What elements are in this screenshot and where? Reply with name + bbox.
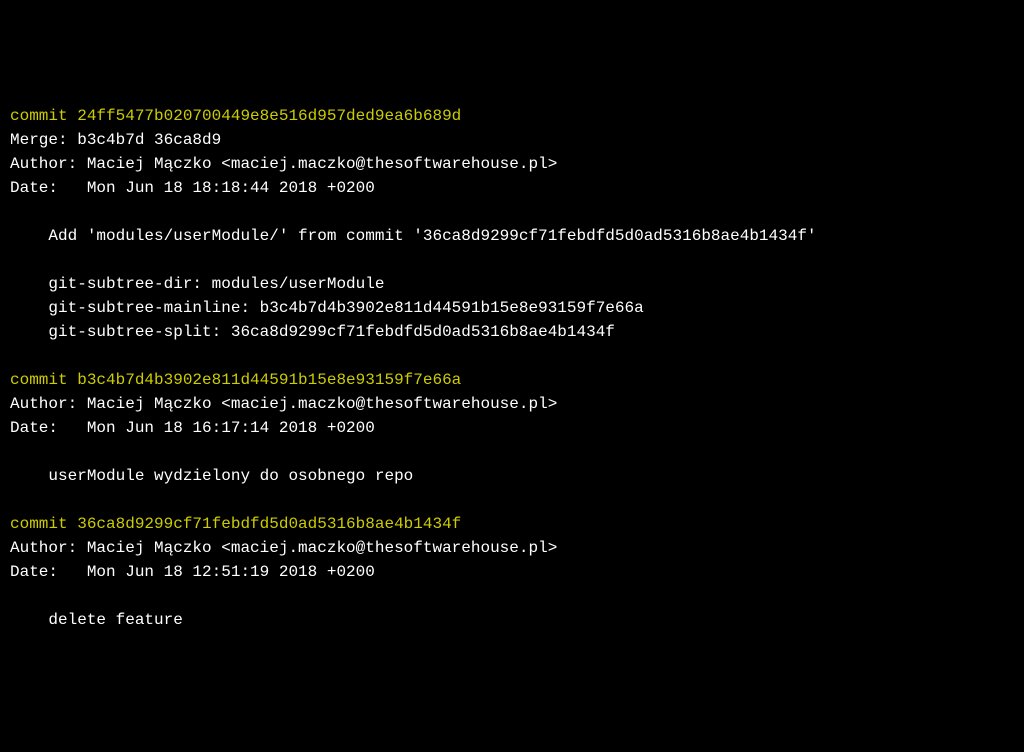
author-line: Author: Maciej Mączko <maciej.maczko@the… bbox=[10, 395, 557, 413]
commit-header: commit b3c4b7d4b3902e811d44591b15e8e9315… bbox=[10, 371, 461, 389]
commit-body-line: git-subtree-mainline: b3c4b7d4b3902e811d… bbox=[10, 299, 644, 317]
author-line: Author: Maciej Mączko <maciej.maczko@the… bbox=[10, 155, 557, 173]
commit-header: commit 24ff5477b020700449e8e516d957ded9e… bbox=[10, 107, 461, 125]
commit-body-line: delete feature bbox=[10, 611, 183, 629]
terminal-output: commit 24ff5477b020700449e8e516d957ded9e… bbox=[10, 104, 1014, 632]
merge-line: Merge: b3c4b7d 36ca8d9 bbox=[10, 131, 221, 149]
commit-body-line: Add 'modules/userModule/' from commit '3… bbox=[10, 227, 817, 245]
date-line: Date: Mon Jun 18 18:18:44 2018 +0200 bbox=[10, 179, 375, 197]
date-line: Date: Mon Jun 18 16:17:14 2018 +0200 bbox=[10, 419, 375, 437]
commit-body-line: git-subtree-dir: modules/userModule bbox=[10, 275, 384, 293]
date-line: Date: Mon Jun 18 12:51:19 2018 +0200 bbox=[10, 563, 375, 581]
author-line: Author: Maciej Mączko <maciej.maczko@the… bbox=[10, 539, 557, 557]
commit-body-line: git-subtree-split: 36ca8d9299cf71febdfd5… bbox=[10, 323, 615, 341]
commit-body-line: userModule wydzielony do osobnego repo bbox=[10, 467, 413, 485]
commit-header: commit 36ca8d9299cf71febdfd5d0ad5316b8ae… bbox=[10, 515, 461, 533]
